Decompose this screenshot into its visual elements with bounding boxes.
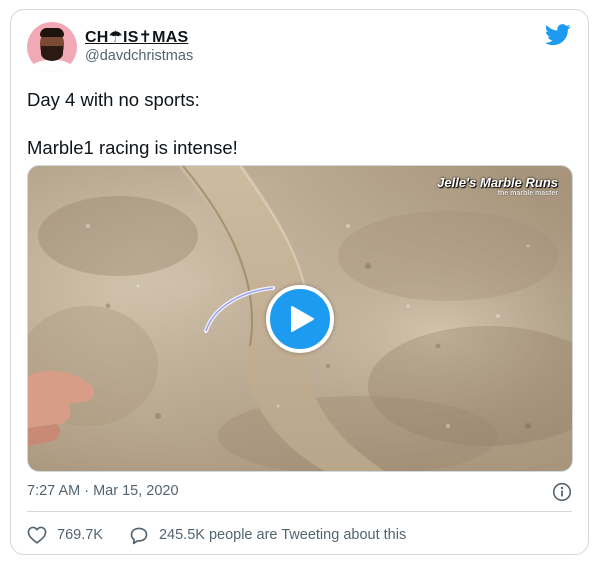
- tweet-text: Day 4 with no sports: Marble1 racing is …: [27, 88, 567, 160]
- tweet-line-2: Marble1 racing is intense!: [27, 137, 238, 158]
- play-button[interactable]: [266, 285, 334, 353]
- tweeting-about-link[interactable]: 245.5K people are Tweeting about this: [129, 526, 406, 545]
- video-watermark: Jelle's Marble Runs the marble master: [437, 175, 558, 197]
- heart-icon: [27, 526, 47, 544]
- tweet-timestamp[interactable]: 7:27 AM · Mar 15, 2020: [27, 483, 179, 499]
- author-handle[interactable]: @davdchristmas: [85, 48, 193, 64]
- tweet-line-1: Day 4 with no sports:: [27, 89, 200, 110]
- watermark-title: Jelle's Marble Runs: [437, 175, 558, 190]
- play-icon: [291, 306, 314, 332]
- avatar[interactable]: [27, 22, 77, 72]
- tweeting-about-text: 245.5K people are Tweeting about this: [158, 527, 407, 543]
- tweet-actions: 769.7K 245.5K people are Tweeting about …: [27, 524, 406, 546]
- like-count: 769.7K: [57, 527, 103, 543]
- speech-bubble-icon: [130, 527, 148, 544]
- info-icon[interactable]: [552, 482, 572, 502]
- video-player[interactable]: Jelle's Marble Runs the marble master: [27, 165, 573, 472]
- author-display-name[interactable]: CH☂IS✝MAS: [85, 27, 188, 47]
- watermark-subtitle: the marble master: [497, 190, 558, 197]
- twitter-bird-icon[interactable]: [545, 24, 571, 46]
- divider: [27, 511, 572, 512]
- tweet-card[interactable]: CH☂IS✝MAS @davdchristmas Day 4 with no s…: [10, 9, 589, 555]
- like-button[interactable]: 769.7K: [27, 526, 103, 544]
